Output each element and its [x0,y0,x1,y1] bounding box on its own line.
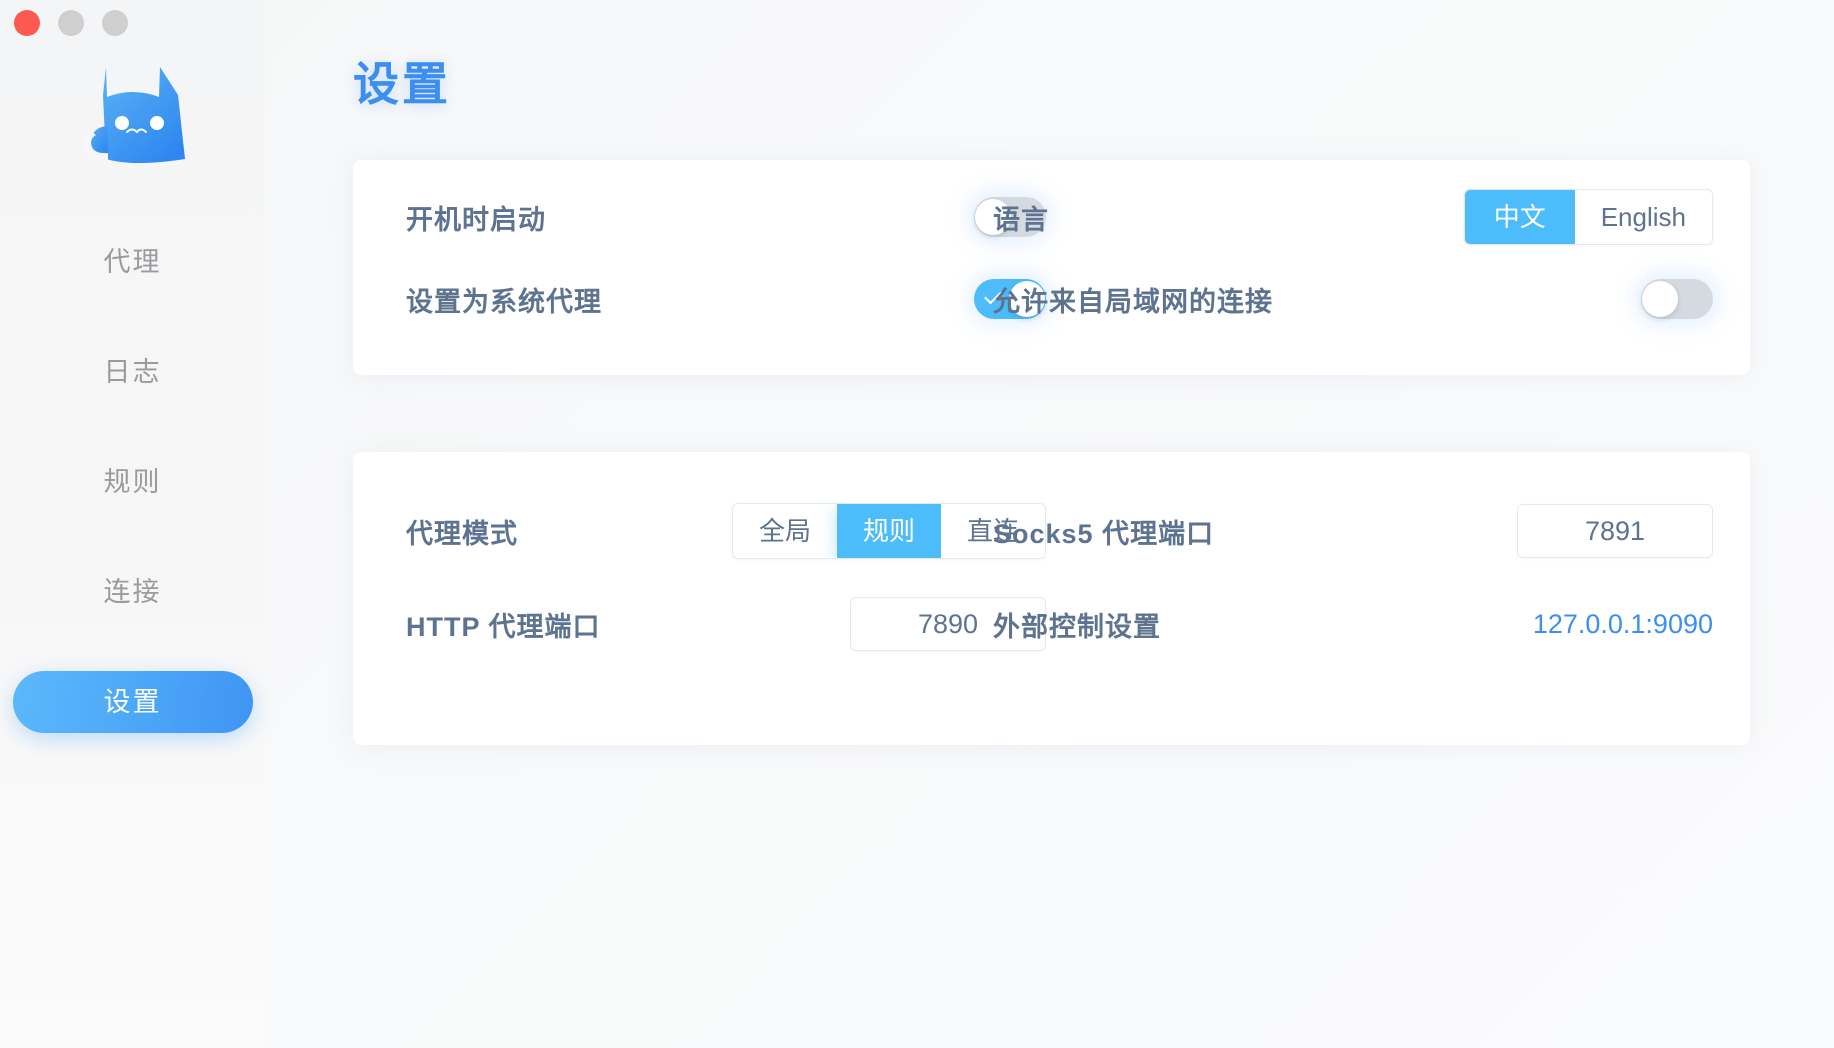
external-controller-value[interactable]: 127.0.0.1:9090 [1533,609,1713,640]
proxy-mode-option-global[interactable]: 全局 [732,504,837,558]
language-row: 语言 中文 English [993,182,1713,252]
proxy-mode-row: 代理模式 全局 规则 直连 [406,496,1046,566]
startup-label: 开机时启动 [406,204,546,235]
page-title: 设置 [353,58,451,110]
sidebar: 代理 日志 规则 连接 设置 [0,0,265,1048]
http-port-row: HTTP 代理端口 [406,589,1046,659]
socks5-port-label: Socks5 代理端口 [993,518,1215,549]
language-option-english[interactable]: English [1574,190,1712,244]
close-window-button[interactable] [14,10,40,36]
sidebar-item-rules[interactable]: 规则 [13,451,253,513]
sidebar-item-logs[interactable]: 日志 [13,341,253,403]
cat-logo-icon [83,67,185,163]
main-content: 设置 开机时启动 设置为系统代理 语言 中文 English 允许来自局域网的连… [265,0,1834,1048]
allow-lan-row: 允许来自局域网的连接 [993,264,1713,334]
toggle-knob [1642,281,1678,317]
sidebar-item-connections[interactable]: 连接 [13,561,253,623]
socks5-port-input[interactable] [1517,504,1713,558]
minimize-window-button[interactable] [58,10,84,36]
startup-row: 开机时启动 [406,182,1046,252]
external-controller-label: 外部控制设置 [993,611,1161,642]
sidebar-item-label: 设置 [103,687,162,717]
sidebar-item-label: 规则 [103,467,162,497]
traffic-lights [14,10,128,36]
system-proxy-row: 设置为系统代理 [406,264,1046,334]
maximize-window-button[interactable] [102,10,128,36]
allow-lan-label: 允许来自局域网的连接 [993,286,1273,317]
sidebar-item-label: 代理 [103,247,162,277]
sidebar-item-settings[interactable]: 设置 [12,671,253,733]
system-proxy-label: 设置为系统代理 [406,286,602,317]
language-label: 语言 [993,204,1049,235]
general-settings-card: 开机时启动 设置为系统代理 语言 中文 English 允许来自局域网的连接 [353,160,1750,375]
language-segmented-control: 中文 English [1463,189,1713,245]
sidebar-item-proxy[interactable]: 代理 [13,231,253,293]
sidebar-item-label: 连接 [103,577,162,607]
sidebar-item-label: 日志 [103,357,162,387]
sidebar-nav: 代理 日志 规则 连接 设置 [0,231,265,733]
socks5-port-row: Socks5 代理端口 [993,496,1713,566]
http-port-label: HTTP 代理端口 [406,611,601,642]
proxy-mode-label: 代理模式 [406,518,518,549]
proxy-mode-option-rule[interactable]: 规则 [836,504,941,558]
external-controller-row: 外部控制设置 127.0.0.1:9090 [993,589,1713,659]
allow-lan-toggle[interactable] [1641,279,1713,319]
app-window: 代理 日志 规则 连接 设置 设置 开机时启动 设置为系统代理 语言 中文 En… [0,0,1834,1048]
language-option-chinese[interactable]: 中文 [1464,190,1575,244]
proxy-settings-card: 代理模式 全局 规则 直连 HTTP 代理端口 Socks5 代理端口 外部 [353,452,1750,745]
